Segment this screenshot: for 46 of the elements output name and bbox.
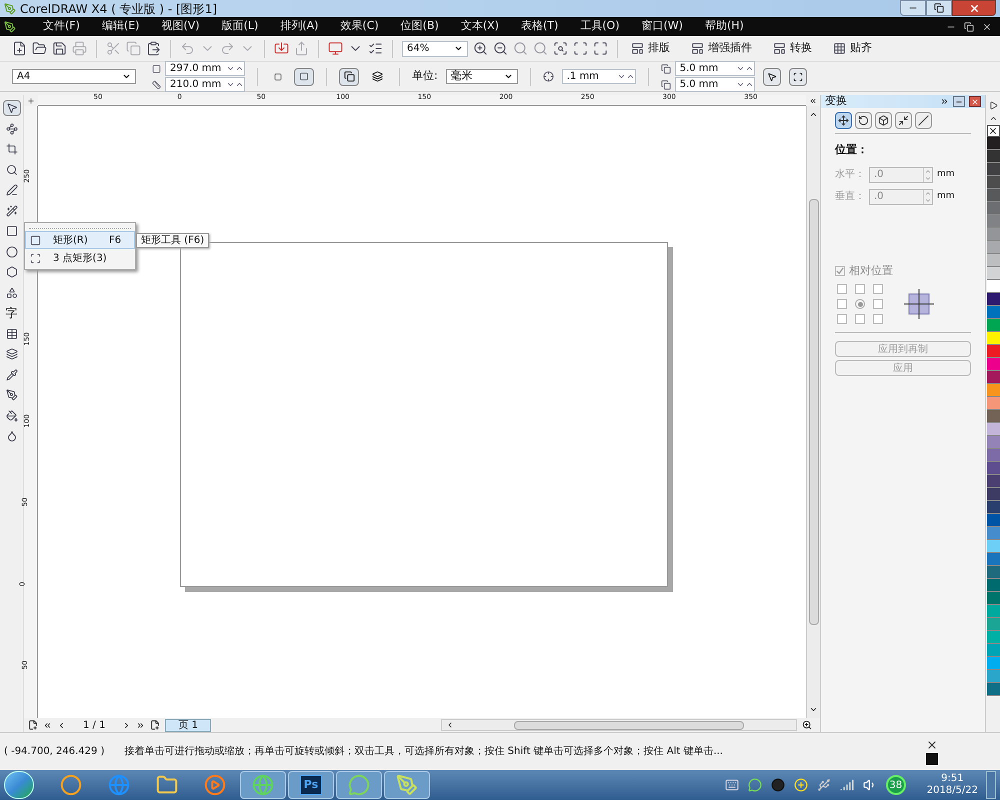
menu-item[interactable]: 编辑(E) xyxy=(90,18,150,35)
window-title: CorelDRAW X4 ( 专业版 ) - [图形1] xyxy=(20,0,218,18)
menu-item[interactable]: 效果(C) xyxy=(329,18,390,35)
page-tab[interactable]: 页 1 xyxy=(165,718,211,732)
paper-size-dropdown[interactable]: A4 xyxy=(12,69,136,84)
toolbar-button[interactable]: 贴齐 xyxy=(829,40,876,57)
menu-item[interactable]: 排列(A) xyxy=(269,18,330,35)
menu-item[interactable]: 版面(L) xyxy=(210,18,270,35)
unit-label: mm xyxy=(937,190,955,203)
menu-item[interactable]: 表格(T) xyxy=(510,18,570,35)
menu-item[interactable]: 工具(O) xyxy=(569,18,630,35)
menu-item[interactable]: 矩形(R) F6 xyxy=(25,231,135,249)
shortcut-label: F6 xyxy=(109,234,122,248)
docker-title: 变换 xyxy=(825,93,848,110)
menu-item[interactable]: 视图(V) xyxy=(150,18,211,35)
toolbar-button[interactable]: 转换 xyxy=(769,40,816,57)
zoom-dropdown[interactable]: 64% xyxy=(402,40,468,56)
section-label: 位置： xyxy=(834,142,869,158)
tooltip: 矩形工具 (F6) xyxy=(136,233,210,248)
field-label: 水平： xyxy=(835,168,865,182)
field-label: 垂直： xyxy=(835,190,865,204)
toolbar-button[interactable]: 排版 xyxy=(627,40,674,57)
nudge-field[interactable]: .1 mm xyxy=(562,69,636,84)
duplicate-y-field[interactable]: 5.0 mm xyxy=(674,77,755,92)
height-field[interactable]: 210.0 mm xyxy=(165,77,245,92)
checkbox-label: 相对位置 xyxy=(849,262,893,278)
duplicate-x-field[interactable]: 5.0 mm xyxy=(674,61,755,76)
menu-item[interactable]: 帮助(H) xyxy=(694,18,755,35)
tool-button[interactable]: 字 xyxy=(2,305,20,321)
menu-item[interactable]: 文本(X) xyxy=(450,18,510,35)
menu-item[interactable]: 位图(B) xyxy=(390,18,450,35)
cursor-coordinates: ( -94.700, 246.429 ) xyxy=(4,745,104,759)
menu-item-label: 3 点矩形(3) xyxy=(52,252,107,266)
unit-label: 单位: xyxy=(412,68,438,84)
status-message: 接着单击可进行拖动或缩放；再单击可旋转或倾斜；双击工具，可选择所有对象；按住 Shift 键单击可选择多个对象；按住 Alt 键单击... xyxy=(124,744,723,759)
toolbar-button[interactable]: 增强插件 xyxy=(687,40,756,57)
menu-item[interactable]: 3 点矩形(3) xyxy=(25,249,135,267)
menu-item[interactable]: 窗口(W) xyxy=(630,18,694,35)
taskbar-button[interactable]: Ps xyxy=(288,771,334,799)
menu-item[interactable]: 文件(F) xyxy=(32,18,91,35)
width-field[interactable]: 297.0 mm xyxy=(165,61,245,76)
menu-item-label: 矩形(R) xyxy=(52,234,89,248)
unit-dropdown[interactable]: 毫米 xyxy=(446,69,518,84)
clock[interactable]: 9:51 2018/5/22 xyxy=(926,772,978,798)
unit-label: mm xyxy=(937,168,955,181)
page-counter: 1 / 1 xyxy=(82,718,106,732)
